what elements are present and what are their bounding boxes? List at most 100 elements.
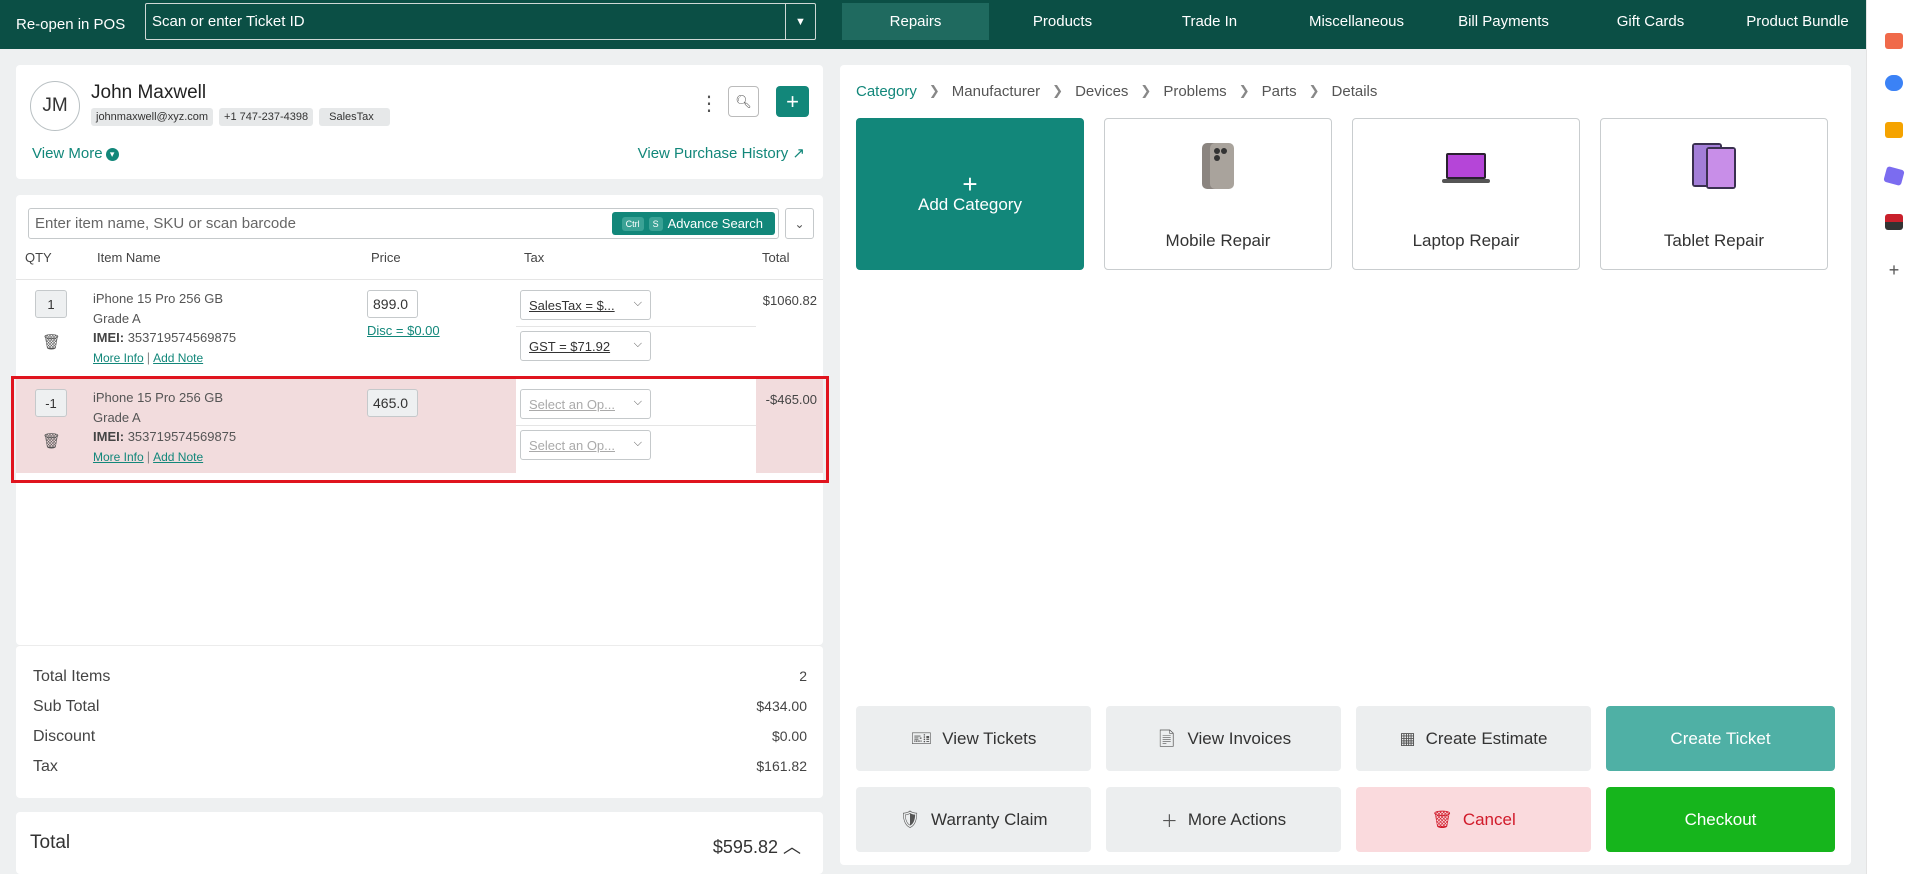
ticket-id-placeholder: Scan or enter Ticket ID <box>152 13 305 30</box>
item-imei: IMEI: 353719574569875 <box>93 328 236 348</box>
discount-label: Discount <box>33 728 96 745</box>
totals-panel: Total Items 2 Sub Total $434.00 Discount $0… <box>16 645 823 798</box>
item-search-placeholder: Enter item name, SKU or scan barcode <box>35 215 296 232</box>
price-field[interactable]: 899.0 <box>367 290 418 318</box>
chevron-right-icon: ❯ <box>928 83 940 98</box>
add-category-tile[interactable]: + Add Category <box>856 118 1084 270</box>
price-field[interactable]: 465.0 <box>367 389 418 417</box>
laptop-repair-tile[interactable]: Laptop Repair <box>1352 118 1580 270</box>
divider <box>16 279 823 280</box>
tax-select[interactable]: GST = $71.92 ⌵ <box>520 331 651 361</box>
more-actions-button[interactable]: ＋ More Actions <box>1106 787 1341 852</box>
subtotal-row: Sub Total $434.00 <box>33 698 823 716</box>
crumb-devices: Devices <box>1075 83 1129 100</box>
chat-icon[interactable] <box>1885 75 1903 91</box>
item-search-input[interactable]: Enter item name, SKU or scan barcode Ctr… <box>28 208 779 239</box>
tablet-repair-tile[interactable]: Tablet Repair <box>1600 118 1828 270</box>
col-item-name: Item Name <box>97 250 161 265</box>
tax-select[interactable]: Select an Op... ⌵ <box>520 389 651 419</box>
chevron-up-icon[interactable]: ︿ <box>783 837 801 857</box>
phone-chip: +1 747-237-4398 <box>219 108 314 126</box>
col-qty: QTY <box>25 250 52 265</box>
plus-icon[interactable]: + <box>1885 261 1903 279</box>
more-info-link[interactable]: More Info <box>93 450 144 464</box>
warranty-claim-label: Warranty Claim <box>931 809 1048 829</box>
chevron-down-icon: ⌵ <box>633 297 642 309</box>
chevron-down-icon[interactable]: ▼ <box>785 4 815 39</box>
tab-bill-payments[interactable]: Bill Payments <box>1430 3 1577 40</box>
create-ticket-button[interactable]: Create Ticket <box>1606 706 1835 771</box>
tax-select[interactable]: Select an Op... ⌵ <box>520 430 651 460</box>
quantity-field[interactable]: -1 <box>35 389 67 417</box>
advance-search-button[interactable]: Ctrl S Advance Search <box>611 212 775 235</box>
more-info-link[interactable]: More Info <box>93 351 144 365</box>
total-items-row: Total Items 2 <box>33 668 823 686</box>
create-estimate-label: Create Estimate <box>1425 728 1548 748</box>
chevron-right-icon: ❯ <box>1308 83 1320 98</box>
tab-product-bundle[interactable]: Product Bundle <box>1724 3 1871 40</box>
subtotal-value: $434.00 <box>756 698 807 714</box>
discount-link[interactable]: Disc = $0.00 <box>367 323 440 338</box>
tax-select-value: GST = $71.92 <box>529 338 611 354</box>
create-ticket-label: Create Ticket <box>1670 728 1771 748</box>
tax-select[interactable]: SalesTax = $... ⌵ <box>520 290 651 320</box>
quantity-field[interactable]: 1 <box>35 290 67 318</box>
tax-label: Tax <box>33 758 58 775</box>
more-actions-label: More Actions <box>1187 809 1287 829</box>
view-invoices-label: View Invoices <box>1187 728 1292 748</box>
calculator-icon: ▦ <box>1399 728 1416 748</box>
grand-total-bar[interactable]: Total $595.82 ︿ <box>16 812 823 874</box>
checkout-button[interactable]: Checkout <box>1606 787 1835 852</box>
add-note-link[interactable]: Add Note <box>153 450 203 464</box>
outlook-icon[interactable] <box>1885 214 1903 230</box>
copilot-icon[interactable] <box>1883 165 1905 187</box>
mobile-repair-label: Mobile Repair <box>1165 231 1271 250</box>
item-total: -$465.00 <box>765 392 817 407</box>
add-note-link[interactable]: Add Note <box>153 351 203 365</box>
chevron-right-icon: ❯ <box>1140 83 1152 98</box>
divider <box>516 326 756 327</box>
col-tax: Tax <box>524 250 545 265</box>
item-grade: Grade A <box>93 409 141 425</box>
search-customer-button[interactable]: 🔍︎ <box>728 86 759 117</box>
crumb-details: Details <box>1331 83 1378 100</box>
tab-trade-in[interactable]: Trade In <box>1136 3 1283 40</box>
view-invoices-button[interactable]: 📄︎ View Invoices <box>1106 706 1341 771</box>
crumb-category[interactable]: Category <box>856 83 917 100</box>
browser-side-panel: + <box>1866 0 1918 874</box>
tax-select-value: SalesTax = $... <box>529 297 615 313</box>
view-tickets-button[interactable]: 🎫︎ View Tickets <box>856 706 1091 771</box>
more-options-icon[interactable]: ⋮ <box>699 91 719 116</box>
ticket-icon: 🎫︎ <box>910 728 933 748</box>
trash-icon: 🗑︎ <box>1431 809 1453 829</box>
mobile-repair-tile[interactable]: Mobile Repair <box>1104 118 1332 270</box>
view-more-link[interactable]: View More ▾ <box>32 145 119 162</box>
tab-repairs[interactable]: Repairs <box>842 3 989 40</box>
trash-icon[interactable]: 🗑︎ <box>42 432 61 450</box>
tax-select-value: Select an Op... <box>529 396 615 412</box>
tab-gift-cards[interactable]: Gift Cards <box>1577 3 1724 40</box>
chevron-down-icon[interactable]: ⌄ <box>785 208 814 239</box>
tab-miscellaneous[interactable]: Miscellaneous <box>1283 3 1430 40</box>
add-customer-button[interactable]: + <box>776 86 809 117</box>
create-estimate-button[interactable]: ▦ Create Estimate <box>1356 706 1591 771</box>
advance-search-label: Advance Search <box>667 216 763 231</box>
divider <box>516 425 756 426</box>
email-chip: johnmaxwell@xyz.com <box>91 108 214 126</box>
phone-icon <box>1202 143 1234 189</box>
view-purchase-history-link[interactable]: View Purchase History ↗ <box>638 144 805 162</box>
view-more-label: View More <box>32 145 103 162</box>
imei-value: 353719574569875 <box>127 429 237 444</box>
laptop-icon <box>1442 153 1490 183</box>
tab-products[interactable]: Products <box>989 3 1136 40</box>
tablet-icon <box>1692 143 1736 189</box>
cancel-button[interactable]: 🗑︎ Cancel <box>1356 787 1591 852</box>
plus-icon: ＋ <box>1160 812 1178 831</box>
item-imei: IMEI: 353719574569875 <box>93 427 236 447</box>
trash-icon[interactable]: 🗑︎ <box>42 333 61 351</box>
grand-total-amount: $595.82 <box>712 837 778 857</box>
ticket-id-input[interactable]: Scan or enter Ticket ID ▼ <box>145 3 816 40</box>
office-icon[interactable] <box>1885 122 1903 138</box>
shopping-icon[interactable] <box>1885 33 1903 49</box>
warranty-claim-button[interactable]: 🛡︎ Warranty Claim <box>856 787 1091 852</box>
